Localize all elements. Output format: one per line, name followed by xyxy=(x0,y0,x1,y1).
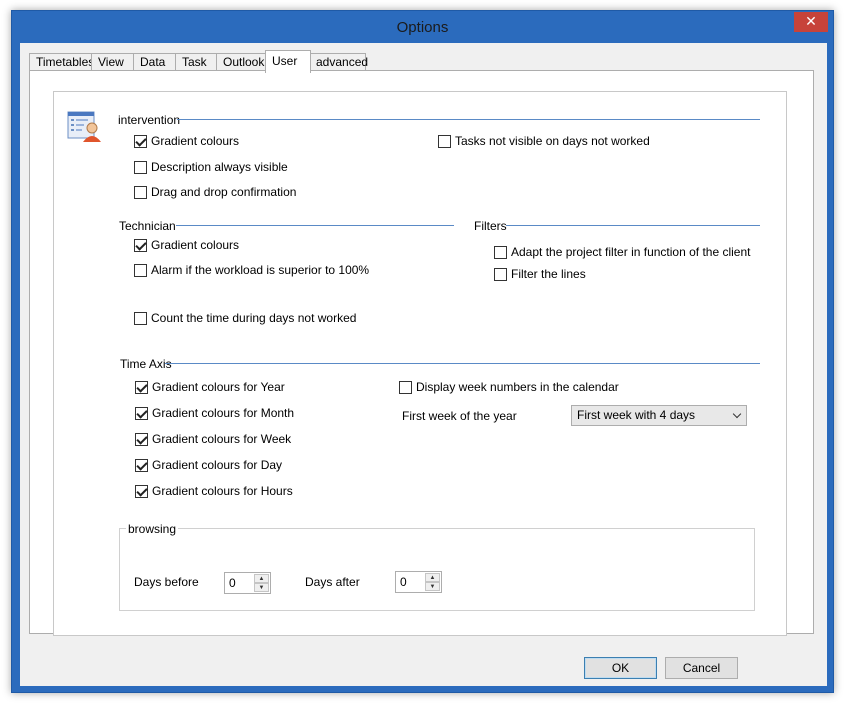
first-week-label: First week of the year xyxy=(402,409,517,423)
user-settings-icon xyxy=(67,109,101,143)
close-button[interactable]: ✕ xyxy=(794,12,828,32)
spin-down-icon[interactable]: ▼ xyxy=(254,583,269,592)
adapt-project-filter-checkbox[interactable]: Adapt the project filter in function of … xyxy=(494,245,750,259)
checkbox-icon xyxy=(134,311,147,325)
days-after-value: 0 xyxy=(400,575,407,589)
gradient-month-checkbox[interactable]: Gradient colours for Month xyxy=(135,406,294,420)
checkbox-icon xyxy=(438,134,451,148)
count-time-checkbox[interactable]: Count the time during days not worked xyxy=(134,311,356,325)
time-axis-label: Time Axis xyxy=(120,357,172,371)
gradient-week-checkbox[interactable]: Gradient colours for Week xyxy=(135,432,291,446)
days-after-label: Days after xyxy=(305,575,360,589)
spin-up-icon[interactable]: ▲ xyxy=(254,574,269,583)
technician-separator xyxy=(176,225,454,226)
spin-down-icon[interactable]: ▼ xyxy=(425,582,440,591)
first-week-select[interactable]: First week with 4 days xyxy=(571,405,747,426)
gradient-hours-checkbox[interactable]: Gradient colours for Hours xyxy=(135,484,293,498)
checkbox-icon xyxy=(494,245,507,259)
checkbox-icon xyxy=(135,432,148,446)
spin-up-icon[interactable]: ▲ xyxy=(425,573,440,582)
cancel-button[interactable]: Cancel xyxy=(665,657,738,679)
checkbox-icon xyxy=(135,406,148,420)
first-week-select-value: First week with 4 days xyxy=(577,408,696,422)
alarm-workload-checkbox[interactable]: Alarm if the workload is superior to 100… xyxy=(134,263,369,277)
checkbox-icon xyxy=(135,484,148,498)
gradient-year-checkbox[interactable]: Gradient colours for Year xyxy=(135,380,285,394)
drag-drop-checkbox[interactable]: Drag and drop confirmation xyxy=(134,185,296,199)
description-visible-checkbox[interactable]: Description always visible xyxy=(134,160,288,174)
intervention-label: intervention xyxy=(118,113,181,127)
user-settings-panel: intervention Gradient colours Descriptio… xyxy=(53,91,787,636)
checkbox-icon xyxy=(399,380,412,394)
days-before-stepper[interactable]: 0 ▲ ▼ xyxy=(224,572,271,594)
technician-gradient-checkbox[interactable]: Gradient colours xyxy=(134,238,239,252)
checkbox-icon xyxy=(135,380,148,394)
browsing-group xyxy=(119,528,755,611)
filter-lines-checkbox[interactable]: Filter the lines xyxy=(494,267,586,281)
days-after-stepper[interactable]: 0 ▲ ▼ xyxy=(395,571,442,593)
days-before-value: 0 xyxy=(229,576,236,590)
technician-label: Technician xyxy=(119,219,176,233)
dialog-client-area: Timetables View Data Task Outlook User a… xyxy=(20,43,827,686)
filters-separator xyxy=(506,225,760,226)
checkbox-icon xyxy=(134,185,147,199)
ok-button[interactable]: OK xyxy=(584,657,657,679)
options-window: Options ✕ Timetables View Data Task Outl… xyxy=(11,10,834,693)
user-tab-page: intervention Gradient colours Descriptio… xyxy=(29,70,814,636)
title-bar[interactable]: Options xyxy=(12,11,833,44)
gradient-day-checkbox[interactable]: Gradient colours for Day xyxy=(135,458,282,472)
checkbox-icon xyxy=(134,263,147,277)
checkbox-icon xyxy=(494,267,507,281)
chevron-down-icon xyxy=(732,409,742,419)
intervention-gradient-checkbox[interactable]: Gradient colours xyxy=(134,134,239,148)
window-title: Options xyxy=(396,19,449,36)
intervention-separator xyxy=(177,119,760,120)
time-axis-separator xyxy=(165,363,760,364)
days-before-label: Days before xyxy=(134,575,199,589)
browsing-label: browsing xyxy=(126,522,179,536)
checkbox-icon xyxy=(134,160,147,174)
tasks-not-visible-checkbox[interactable]: Tasks not visible on days not worked xyxy=(438,134,650,148)
checkbox-icon xyxy=(134,238,147,252)
week-numbers-checkbox[interactable]: Display week numbers in the calendar xyxy=(399,380,619,394)
filters-label: Filters xyxy=(474,219,507,233)
tab-user[interactable]: User xyxy=(265,50,311,73)
checkbox-icon xyxy=(135,458,148,472)
checkbox-icon xyxy=(134,134,147,148)
